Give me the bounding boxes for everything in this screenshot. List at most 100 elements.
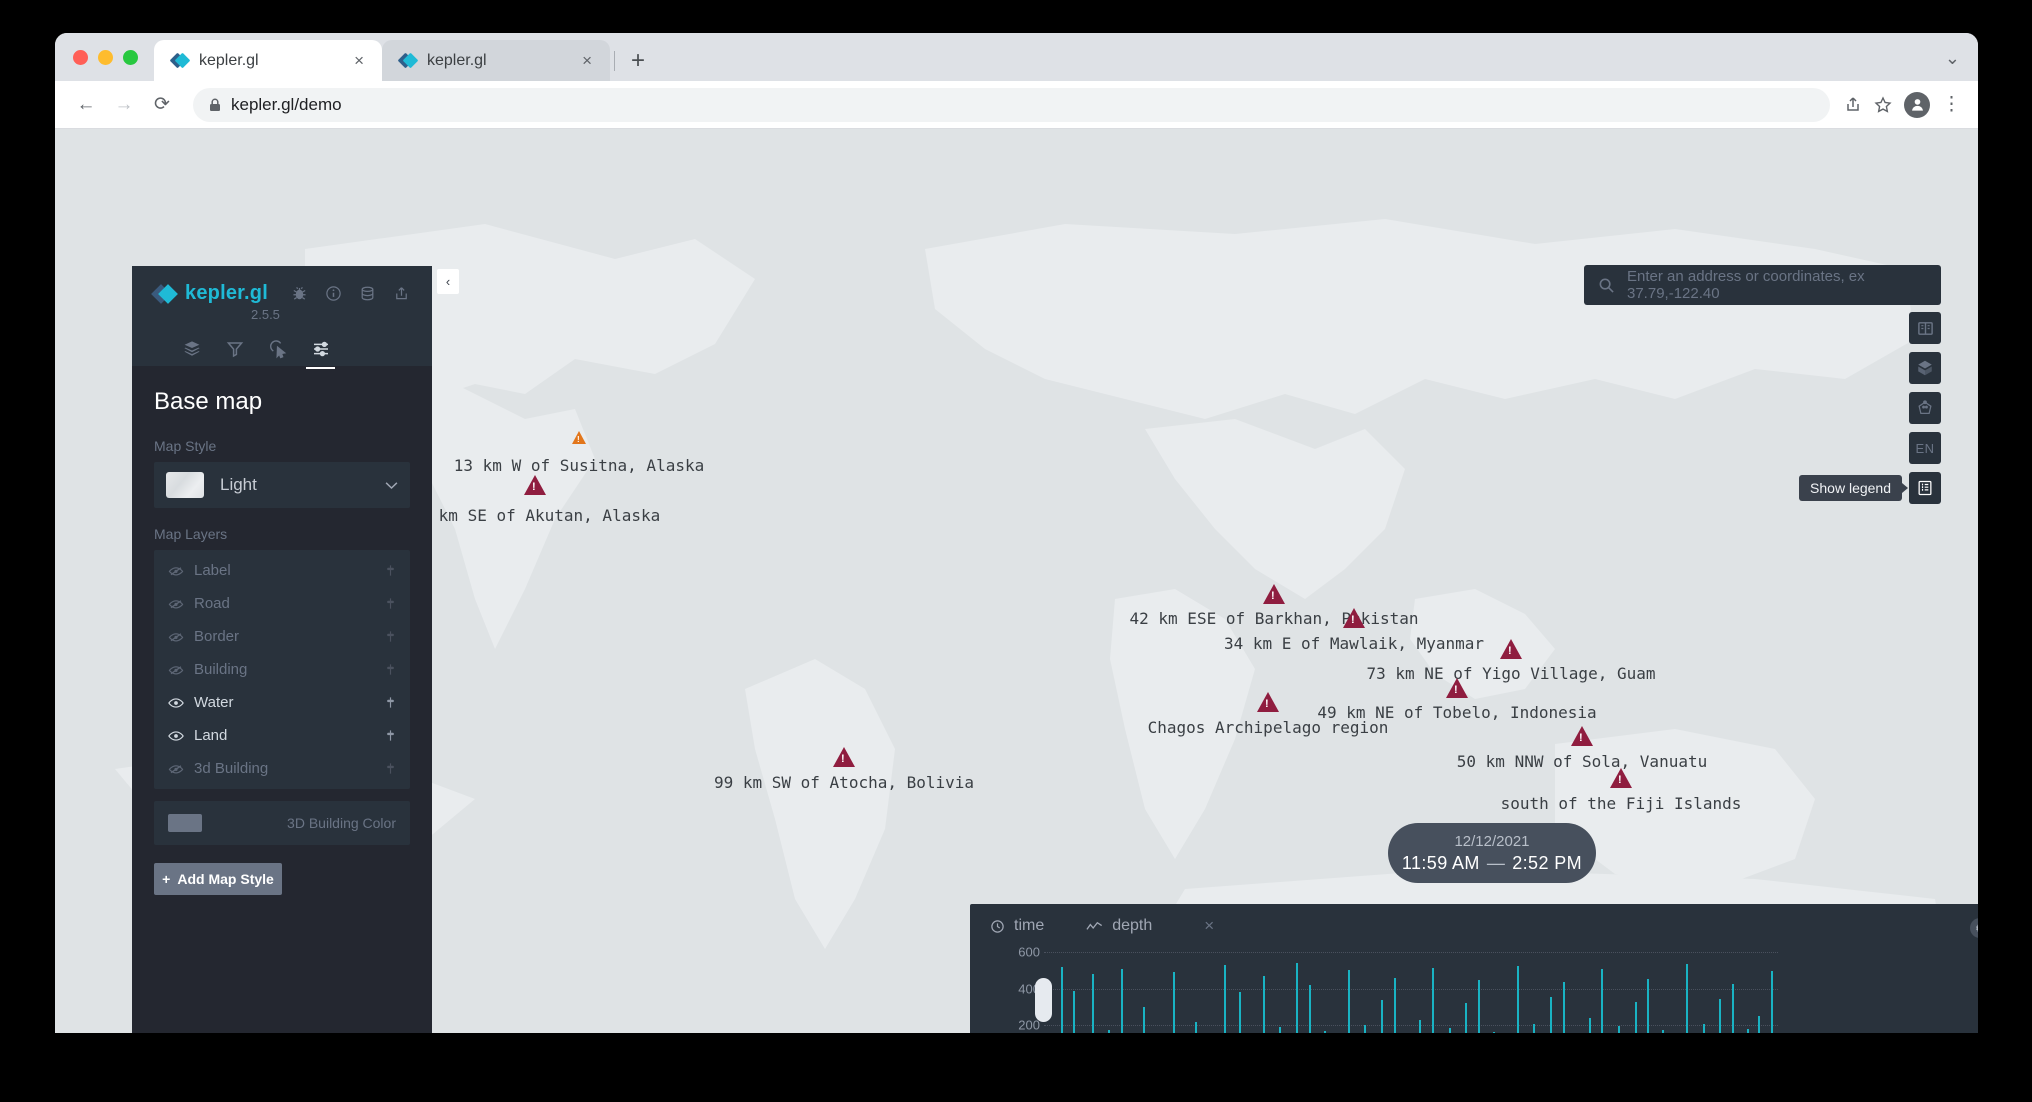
layer-opacity-slider-icon[interactable] (385, 663, 396, 676)
show-legend-button[interactable] (1909, 472, 1941, 504)
browser-tab-1-close-icon[interactable]: × (350, 51, 368, 71)
share-export-icon[interactable] (393, 285, 410, 302)
map-marker-0[interactable] (572, 431, 586, 444)
time-brush-handle-left[interactable] (1035, 978, 1052, 1022)
eye-off-icon[interactable] (168, 598, 194, 610)
layer-opacity-slider-icon[interactable] (385, 564, 396, 577)
close-time-widget-icon[interactable]: × (1204, 916, 1214, 936)
eye-off-icon[interactable] (168, 565, 194, 577)
map-layer-row-water[interactable]: Water (154, 686, 410, 719)
maximize-window-button[interactable] (123, 50, 138, 65)
map-marker-5[interactable] (1446, 678, 1468, 698)
draw-polygon-button[interactable] (1909, 392, 1941, 424)
new-tab-button[interactable]: + (619, 49, 657, 81)
layer-opacity-slider-icon[interactable] (385, 597, 396, 610)
eye-off-icon[interactable] (168, 763, 194, 775)
profile-avatar[interactable] (1904, 92, 1930, 118)
layer-opacity-slider-icon[interactable] (385, 696, 396, 709)
map-marker-1[interactable] (524, 475, 546, 495)
chart-y-tick: 600 (1018, 945, 1040, 960)
depth-field-label: depth (1112, 917, 1152, 935)
sidebar-tab-filters[interactable] (213, 332, 256, 366)
map-marker-9[interactable] (833, 747, 855, 767)
bookmark-star-icon[interactable] (1874, 96, 1892, 114)
header-icon-group (291, 285, 410, 302)
chart-bar (1589, 1018, 1591, 1033)
depth-field-chip[interactable]: depth (1086, 917, 1152, 935)
chart-bar (1239, 992, 1241, 1033)
chart-bars (1044, 952, 1778, 1033)
database-icon[interactable] (359, 285, 376, 302)
time-playback-widget: time depth × ⚙ 0200400600 (970, 904, 1978, 1033)
map-layer-row-building[interactable]: Building (154, 653, 410, 686)
eye-off-icon[interactable] (168, 631, 194, 643)
eye-icon[interactable] (168, 697, 194, 709)
layer-opacity-slider-icon[interactable] (385, 729, 396, 742)
building-color-swatch[interactable] (168, 814, 202, 832)
time-field-chip[interactable]: time (990, 917, 1044, 935)
kepler-favicon-icon (400, 52, 417, 69)
chart-plot-area[interactable] (1044, 952, 1778, 1033)
sidebar-tab-basemap[interactable] (299, 332, 342, 366)
building-color-row[interactable]: 3D Building Color (154, 801, 410, 845)
time-tooltip-end: 2:52 PM (1512, 853, 1582, 873)
clock-icon (990, 919, 1005, 934)
add-map-style-button[interactable]: + Add Map Style (154, 863, 282, 895)
browser-tab-1[interactable]: kepler.gl × (154, 40, 382, 81)
map-marker-4[interactable] (1500, 639, 1522, 659)
map-marker-label: 13 km W of Susitna, Alaska (454, 456, 704, 475)
address-bar[interactable]: kepler.gl/demo (193, 88, 1830, 122)
sidebar-tab-layers[interactable] (170, 332, 213, 366)
map-marker-2[interactable] (1263, 584, 1285, 604)
map-marker-label: 42 km ESE of Barkhan, Pakistan (1130, 609, 1419, 628)
collapse-sidepanel-button[interactable]: ‹ (437, 269, 459, 294)
chart-bar (1173, 972, 1175, 1033)
sidebar-tab-interactions[interactable] (256, 332, 299, 366)
language-button[interactable]: EN (1909, 432, 1941, 464)
minimize-window-button[interactable] (98, 50, 113, 65)
browser-menu-icon[interactable]: ⋮ (1942, 93, 1960, 116)
forward-button[interactable]: → (107, 88, 141, 122)
map-layer-label: Water (194, 694, 385, 711)
map-marker-label: 73 km NE of Yigo Village, Guam (1367, 664, 1656, 683)
browser-tabstrip: kepler.gl × kepler.gl × + ⌄ (55, 33, 1978, 81)
back-button[interactable]: ← (69, 88, 103, 122)
map-layer-row-border[interactable]: Border (154, 620, 410, 653)
map-viewport[interactable]: ‹ Enter an address or coordinates, ex 37… (55, 129, 1978, 1033)
chart-bar (1381, 1000, 1383, 1033)
reload-button[interactable]: ⟳ (145, 88, 179, 122)
browser-tab-2[interactable]: kepler.gl × (382, 40, 610, 81)
chart-bar (1686, 964, 1688, 1033)
map-marker-6[interactable] (1257, 692, 1279, 712)
map-style-section-label: Map Style (154, 438, 410, 454)
eye-icon[interactable] (168, 730, 194, 742)
eye-off-icon[interactable] (168, 664, 194, 676)
geocoder-search-box[interactable]: Enter an address or coordinates, ex 37.7… (1584, 265, 1941, 305)
chart-bar (1635, 1002, 1637, 1034)
map-marker-3[interactable] (1343, 608, 1365, 628)
split-map-button[interactable] (1909, 312, 1941, 344)
share-icon[interactable] (1844, 96, 1862, 114)
map-style-selector[interactable]: Light (154, 462, 410, 508)
panel-title: Base map (154, 388, 410, 416)
add-map-style-label: Add Map Style (177, 871, 273, 887)
map-layer-row-road[interactable]: Road (154, 587, 410, 620)
layer-opacity-slider-icon[interactable] (385, 630, 396, 643)
layer-opacity-slider-icon[interactable] (385, 762, 396, 775)
map-layer-row-label[interactable]: Label (154, 554, 410, 587)
browser-tab-2-close-icon[interactable]: × (578, 51, 596, 71)
bug-icon[interactable] (291, 285, 308, 302)
brand-name: kepler.gl (185, 282, 268, 305)
map-layer-row-land[interactable]: Land (154, 719, 410, 752)
browser-window: kepler.gl × kepler.gl × + ⌄ ← → ⟳ kepler… (55, 33, 1978, 1033)
window-menu-chevron-icon[interactable]: ⌄ (1927, 48, 1978, 81)
map-layer-label: Road (194, 595, 385, 612)
3d-map-button[interactable] (1909, 352, 1941, 384)
map-marker-8[interactable] (1610, 768, 1632, 788)
map-style-thumbnail (166, 472, 204, 498)
close-window-button[interactable] (73, 50, 88, 65)
map-marker-7[interactable] (1571, 726, 1593, 746)
map-layer-row-3d-building[interactable]: 3d Building (154, 752, 410, 785)
info-icon[interactable] (325, 285, 342, 302)
chart-bar (1493, 1032, 1495, 1033)
